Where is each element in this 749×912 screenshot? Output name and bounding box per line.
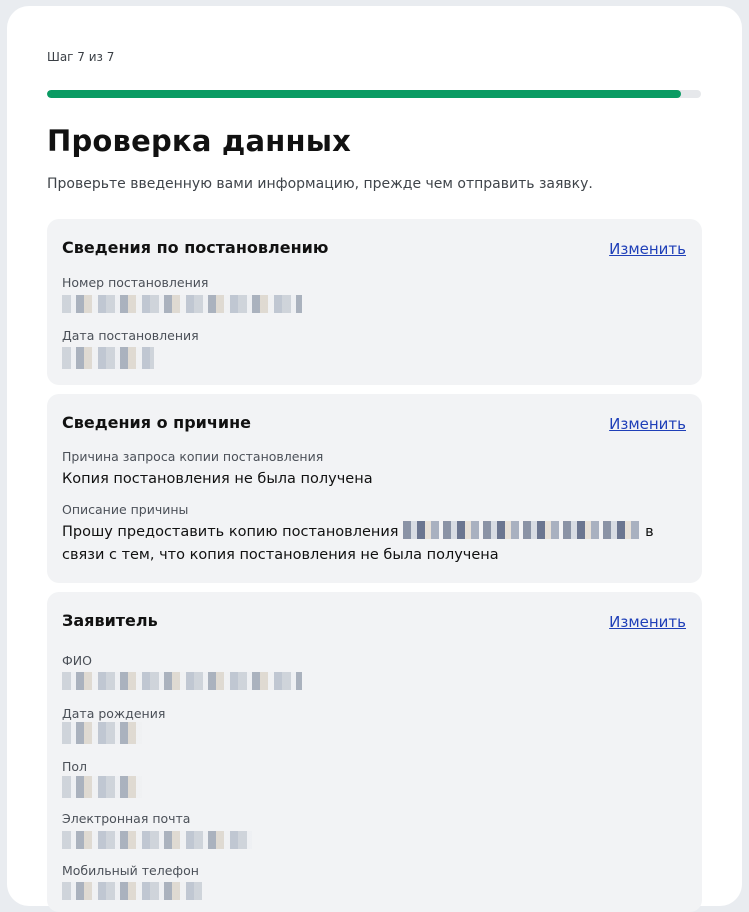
field-label: Дата постановления xyxy=(62,328,199,343)
field-label: Номер постановления xyxy=(62,275,209,290)
redacted-value xyxy=(62,831,252,849)
redacted-value xyxy=(62,776,142,798)
reason-description: Прошу предоставить копию постановления в… xyxy=(62,521,682,567)
progress-bar xyxy=(47,90,701,98)
redacted-value xyxy=(403,521,640,539)
section-title: Сведения о причине xyxy=(62,413,251,432)
section-title: Сведения по постановлению xyxy=(62,238,329,257)
form-card: Шаг 7 из 7 Проверка данных Проверьте вве… xyxy=(7,6,742,912)
field-label: Мобильный телефон xyxy=(62,863,199,878)
field-label: Причина запроса копии постановления xyxy=(62,449,324,464)
step-indicator: Шаг 7 из 7 xyxy=(47,50,115,64)
field-value: Копия постановления не была получена xyxy=(62,471,373,487)
redacted-value xyxy=(62,347,154,369)
section-title: Заявитель xyxy=(62,611,158,630)
field-label: Электронная почта xyxy=(62,811,191,826)
field-label: Пол xyxy=(62,759,88,774)
redacted-value xyxy=(62,882,202,900)
reason-text-start: Прошу предоставить копию постановления xyxy=(62,524,399,540)
edit-resolution-link[interactable]: Изменить xyxy=(609,240,686,258)
page-subtitle: Проверьте введенную вами информацию, пре… xyxy=(47,176,593,192)
section-resolution: Сведения по постановлению Изменить Номер… xyxy=(47,219,702,385)
redacted-value xyxy=(62,295,302,313)
redacted-value xyxy=(62,672,302,690)
page-title: Проверка данных xyxy=(47,124,352,158)
field-label: ФИО xyxy=(62,653,92,668)
edit-applicant-link[interactable]: Изменить xyxy=(609,613,686,631)
progress-fill xyxy=(47,90,682,98)
field-label: Дата рождения xyxy=(62,706,166,721)
section-applicant: Заявитель Изменить ФИО Дата рождения Пол… xyxy=(47,592,702,912)
section-reason: Сведения о причине Изменить Причина запр… xyxy=(47,394,702,583)
edit-reason-link[interactable]: Изменить xyxy=(609,415,686,433)
field-label: Описание причины xyxy=(62,502,189,517)
redacted-value xyxy=(62,722,142,744)
